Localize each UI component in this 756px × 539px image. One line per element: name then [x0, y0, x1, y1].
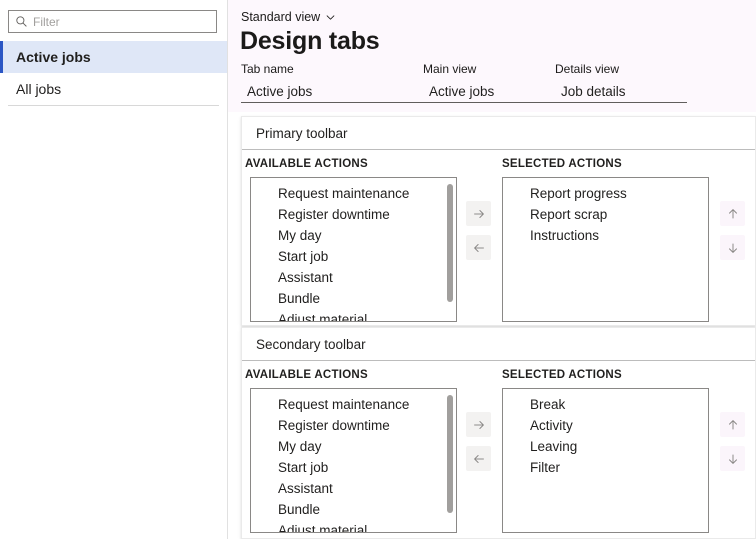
- selected-actions-options: Report progress Report scrap Instruction…: [503, 178, 708, 246]
- filter-input[interactable]: [33, 13, 210, 30]
- field-main-view: Main view: [423, 62, 555, 103]
- field-tab-name: Tab name: [241, 62, 423, 103]
- list-item[interactable]: Assistant: [251, 478, 456, 499]
- available-actions-options: Request maintenance Register downtime My…: [251, 178, 456, 321]
- view-selector-label: Standard view: [241, 10, 321, 24]
- move-right-button[interactable]: [466, 412, 491, 437]
- chevron-down-icon: [326, 14, 335, 20]
- move-left-button[interactable]: [466, 446, 491, 471]
- list-item[interactable]: My day: [251, 436, 456, 457]
- arrow-up-icon: [728, 208, 737, 218]
- view-selector-dropdown[interactable]: Standard view: [241, 10, 336, 24]
- selected-actions-header: SELECTED ACTIONS: [502, 369, 622, 381]
- list-item[interactable]: Filter: [503, 457, 708, 478]
- main-view-input[interactable]: [423, 83, 555, 103]
- selected-actions-listbox[interactable]: Report progress Report scrap Instruction…: [502, 177, 709, 322]
- list-item[interactable]: Start job: [251, 457, 456, 478]
- move-left-button[interactable]: [466, 235, 491, 260]
- card-title: Primary toolbar: [256, 126, 348, 141]
- secondary-toolbar-card: Secondary toolbar AVAILABLE ACTIONS SELE…: [241, 327, 756, 539]
- list-item[interactable]: Instructions: [503, 225, 708, 246]
- list-item[interactable]: Report progress: [503, 183, 708, 204]
- field-label: Main view: [423, 62, 477, 76]
- card-title: Secondary toolbar: [256, 337, 366, 352]
- available-actions-scrollbar[interactable]: [447, 184, 453, 313]
- header-fields: Tab name Main view Details view: [241, 62, 751, 103]
- list-item[interactable]: Bundle: [251, 499, 456, 520]
- available-actions-listbox[interactable]: Request maintenance Register downtime My…: [250, 388, 457, 533]
- sidebar-item-label: All jobs: [16, 81, 62, 97]
- design-tabs-page: Active jobs All jobs Standard view Desig…: [0, 0, 756, 539]
- available-actions-scrollbar[interactable]: [447, 395, 453, 524]
- list-item[interactable]: Bundle: [251, 288, 456, 309]
- sidebar-divider: [8, 105, 219, 106]
- arrow-down-icon: [728, 454, 737, 464]
- move-down-button[interactable]: [720, 235, 745, 260]
- available-actions-header: AVAILABLE ACTIONS: [245, 158, 368, 170]
- list-item[interactable]: Leaving: [503, 436, 708, 457]
- search-icon: [16, 16, 27, 27]
- sidebar-item-label: Active jobs: [16, 49, 91, 65]
- card-divider: [242, 149, 755, 150]
- list-item[interactable]: Request maintenance: [251, 394, 456, 415]
- arrow-left-icon: [473, 454, 484, 463]
- sidebar-nav-list: Active jobs All jobs: [0, 41, 227, 105]
- available-actions-listbox[interactable]: Request maintenance Register downtime My…: [250, 177, 457, 322]
- arrow-left-icon: [473, 243, 484, 252]
- page-title: Design tabs: [240, 27, 380, 55]
- available-actions-options: Request maintenance Register downtime My…: [251, 389, 456, 532]
- list-item[interactable]: Adjust material: [251, 309, 456, 321]
- selected-actions-listbox[interactable]: Break Activity Leaving Filter: [502, 388, 709, 533]
- card-divider: [242, 360, 755, 361]
- move-up-button[interactable]: [720, 201, 745, 226]
- arrow-down-icon: [728, 243, 737, 253]
- list-item[interactable]: Register downtime: [251, 415, 456, 436]
- sidebar: Active jobs All jobs: [0, 0, 228, 539]
- list-item[interactable]: Adjust material: [251, 520, 456, 532]
- list-item[interactable]: Request maintenance: [251, 183, 456, 204]
- move-down-button[interactable]: [720, 446, 745, 471]
- list-item[interactable]: Assistant: [251, 267, 456, 288]
- scrollbar-thumb[interactable]: [447, 184, 453, 302]
- move-right-button[interactable]: [466, 201, 491, 226]
- sidebar-item-all-jobs[interactable]: All jobs: [0, 73, 227, 105]
- details-view-input[interactable]: [555, 83, 687, 103]
- list-item[interactable]: Start job: [251, 246, 456, 267]
- selected-actions-options: Break Activity Leaving Filter: [503, 389, 708, 478]
- list-item[interactable]: Activity: [503, 415, 708, 436]
- primary-toolbar-card: Primary toolbar AVAILABLE ACTIONS SELECT…: [241, 116, 756, 326]
- filter-search-box[interactable]: [8, 10, 217, 33]
- tab-name-input[interactable]: [241, 83, 423, 103]
- field-label: Details view: [555, 62, 620, 76]
- scrollbar-thumb[interactable]: [447, 395, 453, 513]
- main-content: Standard view Design tabs Tab name Main …: [228, 0, 756, 539]
- page-header: Standard view Design tabs Tab name Main …: [228, 0, 756, 112]
- list-item[interactable]: My day: [251, 225, 456, 246]
- arrow-right-icon: [473, 420, 484, 429]
- field-details-view: Details view: [555, 62, 687, 103]
- available-actions-header: AVAILABLE ACTIONS: [245, 369, 368, 381]
- arrow-right-icon: [473, 209, 484, 218]
- arrow-up-icon: [728, 419, 737, 429]
- field-label: Tab name: [241, 62, 294, 76]
- move-up-button[interactable]: [720, 412, 745, 437]
- sidebar-item-active-jobs[interactable]: Active jobs: [0, 41, 227, 73]
- selected-actions-header: SELECTED ACTIONS: [502, 158, 622, 170]
- list-item[interactable]: Register downtime: [251, 204, 456, 225]
- list-item[interactable]: Report scrap: [503, 204, 708, 225]
- list-item[interactable]: Break: [503, 394, 708, 415]
